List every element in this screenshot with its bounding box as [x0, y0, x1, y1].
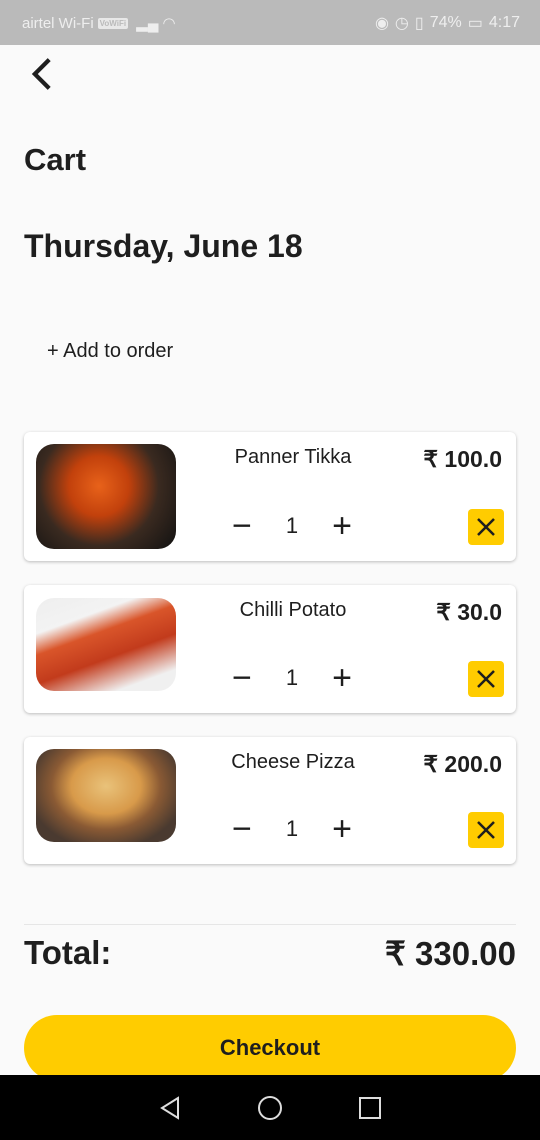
system-nav-bar [0, 1075, 540, 1140]
decrease-button[interactable]: − [232, 661, 252, 695]
close-icon [477, 821, 495, 839]
nav-recents-icon[interactable] [357, 1095, 383, 1121]
item-name: Cheese Pizza [231, 751, 355, 773]
order-date: Thursday, June 18 [24, 228, 303, 264]
wifi-icon: ◠ [162, 15, 176, 32]
chevron-left-icon [31, 58, 51, 90]
eye-icon: ◉ [374, 15, 389, 32]
quantity: 1 [285, 513, 299, 538]
increase-button[interactable]: + [332, 509, 352, 543]
signal-icon: ▂▄ [132, 15, 159, 32]
quantity: 1 [285, 816, 299, 841]
item-price: ₹ 100.0 [423, 446, 502, 472]
alarm-icon: ◷ [394, 15, 409, 32]
remove-item-button[interactable] [468, 661, 504, 697]
cart-item: Cheese Pizza ₹ 200.0 − 1 + [24, 737, 516, 864]
close-icon [477, 518, 495, 536]
item-price: ₹ 200.0 [423, 751, 502, 777]
checkout-button[interactable]: Checkout [24, 1015, 516, 1081]
item-price: ₹ 30.0 [436, 599, 502, 625]
battery-percent: 74% [429, 14, 462, 31]
item-name: Panner Tikka [234, 446, 352, 468]
battery-icon: ▭ [467, 15, 483, 32]
divider [24, 924, 516, 925]
clock: 4:17 [488, 14, 520, 31]
status-bar: airtel Wi-Fi VoWiFi ▂▄ ◠ ◉ ◷ ▯ 74% ▭ 4:17 [0, 0, 540, 45]
item-image [36, 749, 176, 842]
total-value: ₹ 330.00 [384, 935, 516, 972]
item-name: Chilli Potato [239, 599, 347, 621]
remove-item-button[interactable] [468, 509, 504, 545]
vibrate-icon: ▯ [414, 15, 424, 32]
total-label: Total: [24, 934, 112, 971]
wifi-calling-badge: VoWiFi [97, 17, 129, 29]
increase-button[interactable]: + [332, 661, 352, 695]
decrease-button[interactable]: − [232, 509, 252, 543]
carrier-label: airtel Wi-Fi [22, 14, 94, 32]
decrease-button[interactable]: − [232, 812, 252, 846]
add-to-order-button[interactable]: + Add to order [47, 340, 173, 363]
cart-item: Chilli Potato ₹ 30.0 − 1 + [24, 585, 516, 713]
nav-home-icon[interactable] [257, 1095, 283, 1121]
nav-back-icon[interactable] [157, 1095, 183, 1121]
back-button[interactable] [28, 56, 56, 101]
remove-item-button[interactable] [468, 812, 504, 848]
close-icon [477, 670, 495, 688]
quantity: 1 [285, 665, 299, 690]
item-image [36, 444, 176, 549]
item-image [36, 598, 176, 691]
page-title: Cart [24, 142, 87, 177]
increase-button[interactable]: + [332, 812, 352, 846]
cart-item: Panner Tikka ₹ 100.0 − 1 + [24, 432, 516, 561]
